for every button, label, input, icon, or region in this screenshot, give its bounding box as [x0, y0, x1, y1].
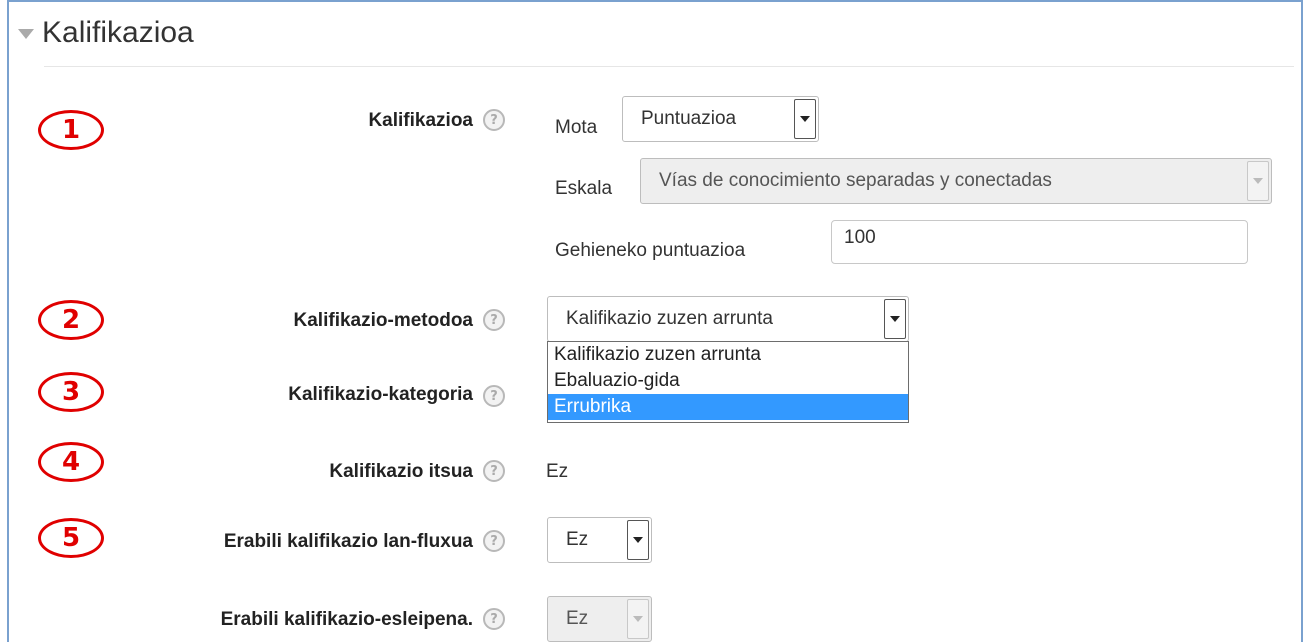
- question-circle-icon[interactable]: ?: [483, 608, 505, 630]
- blind-value: Ez: [546, 461, 569, 482]
- grade-scale-label: Eskala: [555, 178, 613, 199]
- grade-max-label: Gehieneko puntuazioa: [555, 240, 746, 261]
- question-circle-icon[interactable]: ?: [483, 309, 505, 331]
- allocation-value: Ez: [566, 608, 589, 629]
- chevron-down-icon[interactable]: [884, 299, 906, 339]
- section-divider: [44, 66, 1294, 67]
- grade-type-label: Mota: [555, 117, 598, 138]
- collapse-triangle-icon[interactable]: [18, 29, 34, 39]
- allocation-select: Ez: [547, 596, 652, 642]
- chevron-down-icon[interactable]: [794, 99, 816, 139]
- method-value: Kalifikazio zuzen arrunta: [566, 308, 773, 329]
- question-circle-icon[interactable]: ?: [483, 460, 505, 482]
- grade-label: Kalifikazioa: [368, 110, 473, 131]
- section-title: Kalifikazioa: [42, 16, 194, 49]
- grade-type-select[interactable]: Puntuazioa: [622, 96, 819, 142]
- annotation-5: 5: [38, 518, 104, 558]
- question-circle-icon[interactable]: ?: [483, 530, 505, 552]
- blind-label: Kalifikazio itsua: [329, 461, 473, 482]
- question-circle-icon[interactable]: ?: [483, 385, 505, 407]
- question-circle-icon[interactable]: ?: [483, 109, 505, 131]
- method-option[interactable]: Ebaluazio-gida: [548, 368, 908, 394]
- section-legend[interactable]: Kalifikazioa: [18, 16, 194, 50]
- method-label: Kalifikazio-metodoa: [293, 310, 473, 331]
- chevron-down-icon: [1247, 161, 1269, 201]
- grade-scale-value: Vías de conocimiento separadas y conecta…: [659, 170, 1052, 191]
- method-select[interactable]: Kalifikazio zuzen arrunta: [547, 296, 909, 342]
- annotation-1: 1: [38, 110, 104, 150]
- annotation-3: 3: [38, 372, 104, 412]
- grade-type-value: Puntuazioa: [641, 108, 737, 129]
- workflow-label: Erabili kalifikazio lan-fluxua: [223, 531, 473, 552]
- category-label: Kalifikazio-kategoria: [288, 384, 473, 405]
- method-dropdown-list: Kalifikazio zuzen arrunta Ebaluazio-gida…: [547, 341, 909, 423]
- workflow-select[interactable]: Ez: [547, 517, 652, 563]
- chevron-down-icon: [627, 599, 649, 639]
- method-option[interactable]: Kalifikazio zuzen arrunta: [548, 342, 908, 368]
- chevron-down-icon[interactable]: [627, 520, 649, 560]
- method-option-highlighted[interactable]: Errubrika: [548, 394, 908, 420]
- annotation-2: 2: [38, 300, 104, 340]
- grade-scale-select: Vías de conocimiento separadas y conecta…: [640, 158, 1272, 204]
- grade-max-input[interactable]: 100: [831, 220, 1248, 264]
- workflow-value: Ez: [566, 529, 589, 550]
- allocation-label: Erabili kalifikazio-esleipena.: [220, 609, 473, 630]
- annotation-4: 4: [38, 442, 104, 482]
